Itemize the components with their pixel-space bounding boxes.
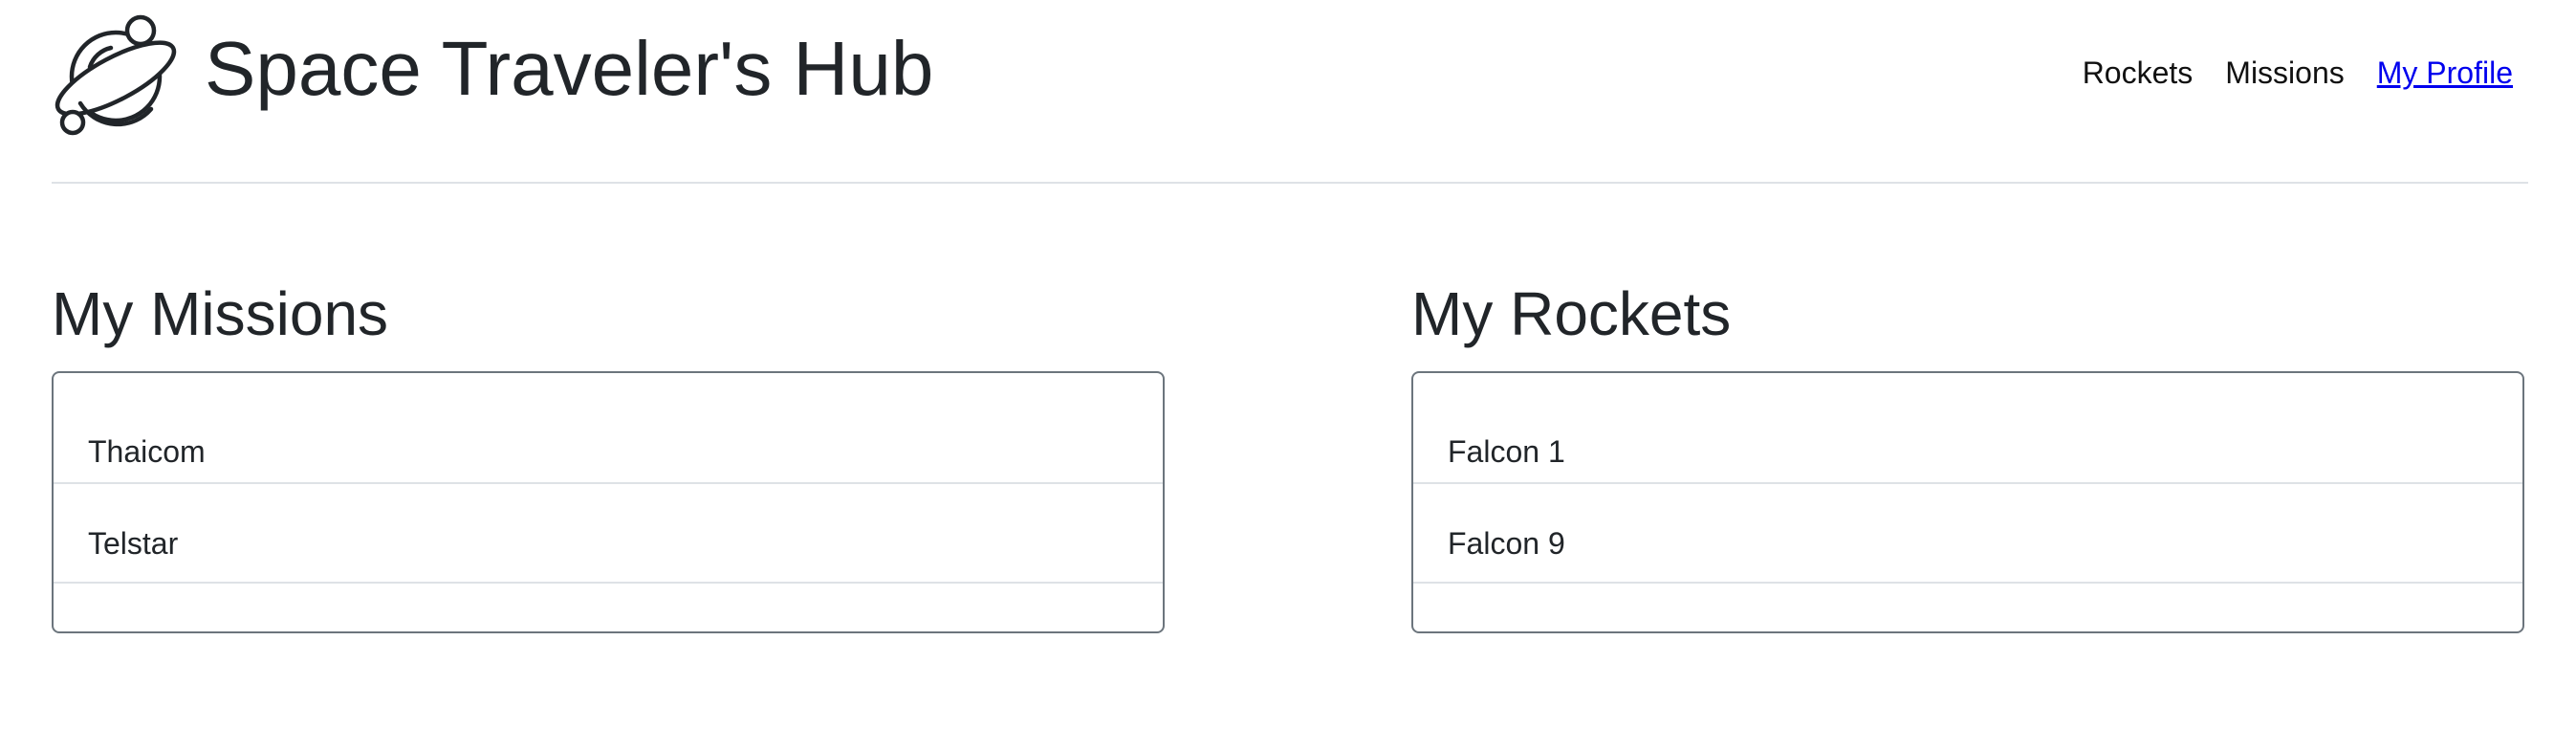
profile-page: Space Traveler's Hub Rockets Missions My… xyxy=(0,0,2576,729)
missions-list: Thaicom Telstar xyxy=(52,371,1165,633)
site-header: Space Traveler's Hub Rockets Missions My… xyxy=(52,0,2528,184)
mission-list-item: Telstar xyxy=(54,484,1163,584)
my-missions-section: My Missions Thaicom Telstar xyxy=(52,276,1168,633)
site-title: Space Traveler's Hub xyxy=(205,26,934,111)
rockets-list: Falcon 1 Falcon 9 xyxy=(1411,371,2524,633)
rocket-list-item: Falcon 9 xyxy=(1413,484,2522,584)
planet-logo-icon[interactable] xyxy=(52,10,180,138)
my-missions-title: My Missions xyxy=(52,279,389,348)
rocket-list-item: Falcon 1 xyxy=(1413,385,2522,484)
main-nav: Rockets Missions My Profile xyxy=(2083,54,2513,92)
nav-link-missions[interactable]: Missions xyxy=(2225,54,2344,92)
my-rockets-section: My Rockets Falcon 1 Falcon 9 xyxy=(1411,276,2528,633)
mission-list-item: Thaicom xyxy=(54,385,1163,484)
my-rockets-title: My Rockets xyxy=(1411,279,1732,348)
nav-link-rockets[interactable]: Rockets xyxy=(2083,54,2194,92)
nav-link-my-profile[interactable]: My Profile xyxy=(2377,54,2513,92)
